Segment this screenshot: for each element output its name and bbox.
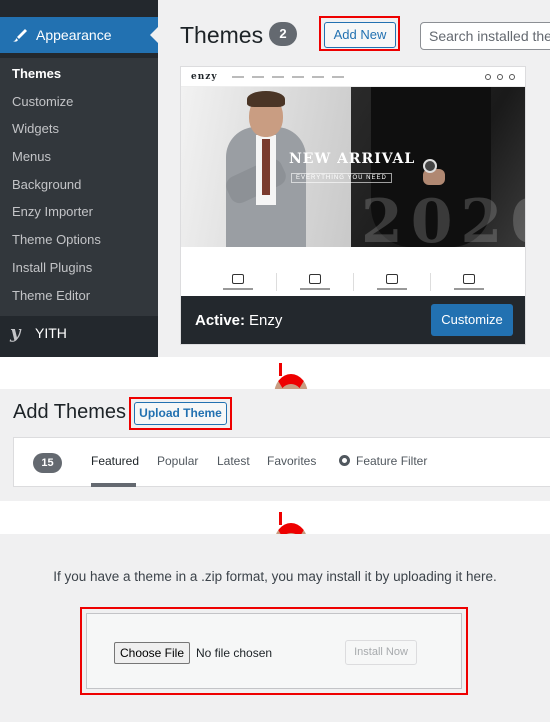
active-tab-indicator (91, 483, 136, 487)
preview-nav-icons (485, 73, 515, 80)
install-now-button[interactable]: Install Now (345, 640, 417, 665)
active-theme-card[interactable]: enzy NEW ARRIVAL EVERYTHING YOU NEED 202… (180, 66, 526, 345)
theme-preview-hero: NEW ARRIVAL EVERYTHING YOU NEED 2020 (181, 87, 525, 257)
sidebar-item-label: YITH (35, 324, 67, 341)
file-status-text: No file chosen (196, 646, 273, 660)
choose-file-button[interactable]: Choose File (114, 642, 190, 664)
submenu-item-background[interactable]: Background (0, 171, 158, 199)
sidebar-item-yith[interactable]: y YITH (0, 316, 158, 349)
feature-support-icon (299, 274, 330, 290)
feature-gift-icon (453, 274, 484, 290)
sidebar-item-appearance[interactable]: Appearance (0, 17, 158, 53)
appearance-submenu: Themes Customize Widgets Menus Backgroun… (0, 58, 158, 316)
active-theme-footer: Active: Enzy Customize (181, 296, 525, 344)
hero-title: NEW ARRIVAL (289, 151, 416, 167)
theme-filter-bar: 15 Featured Popular Latest Favorites Fea… (13, 437, 550, 487)
submenu-item-customize[interactable]: Customize (0, 88, 158, 116)
down-arrow-icon (274, 512, 308, 565)
tab-feature-filter[interactable]: Feature Filter (339, 454, 427, 468)
submenu-item-theme-options[interactable]: Theme Options (0, 226, 158, 254)
theme-count-badge: 15 (33, 453, 62, 473)
search-themes-input[interactable]: Search installed themes... (420, 22, 550, 50)
hero-subtitle: EVERYTHING YOU NEED (291, 173, 392, 183)
tab-popular[interactable]: Popular (157, 454, 198, 468)
tab-featured[interactable]: Featured (91, 454, 139, 468)
model-image (181, 87, 351, 247)
submenu-item-menus[interactable]: Menus (0, 143, 158, 171)
down-arrow-icon (274, 363, 308, 416)
hero-year: 2020 (361, 187, 525, 257)
customize-button[interactable]: Customize (431, 304, 513, 336)
submenu-item-enzy-importer[interactable]: Enzy Importer (0, 198, 158, 226)
watch-icon (423, 159, 437, 173)
submenu-item-theme-editor[interactable]: Theme Editor (0, 282, 158, 310)
yith-icon: y (10, 322, 21, 343)
gear-icon (339, 455, 350, 466)
page-title: Add Themes (13, 401, 127, 423)
feature-shipping-icon (222, 274, 253, 290)
add-themes-screen: Add Themes Upload Theme 15 Featured Popu… (0, 389, 550, 501)
paintbrush-icon (10, 25, 30, 45)
tab-label: Feature Filter (356, 454, 428, 468)
page-title: Themes (180, 22, 264, 48)
active-theme-name: Enzy (249, 311, 283, 329)
theme-preview-nav: enzy (181, 67, 525, 87)
admin-sidebar: Appearance Themes Customize Widgets Menu… (0, 0, 158, 357)
submenu-item-install-plugins[interactable]: Install Plugins (0, 254, 158, 282)
tab-latest[interactable]: Latest (217, 454, 250, 468)
themes-screen: Appearance Themes Customize Widgets Menu… (0, 0, 550, 357)
upload-instructions: If you have a theme in a .zip format, yo… (53, 569, 497, 584)
upload-form: Choose File No file chosen Install Now (86, 613, 462, 689)
theme-count-badge: 2 (269, 22, 297, 46)
feature-payment-icon (376, 274, 407, 290)
upload-theme-button[interactable]: Upload Theme (134, 402, 227, 425)
theme-logo: enzy (191, 71, 218, 82)
tab-favorites[interactable]: Favorites (267, 454, 316, 468)
upload-theme-screen: If you have a theme in a .zip format, yo… (0, 534, 550, 722)
submenu-item-widgets[interactable]: Widgets (0, 115, 158, 143)
submenu-item-themes[interactable]: Themes (0, 60, 158, 88)
add-new-button[interactable]: Add New (324, 22, 396, 48)
sidebar-item-label: Appearance (36, 27, 112, 43)
active-label: Active: (195, 311, 246, 329)
